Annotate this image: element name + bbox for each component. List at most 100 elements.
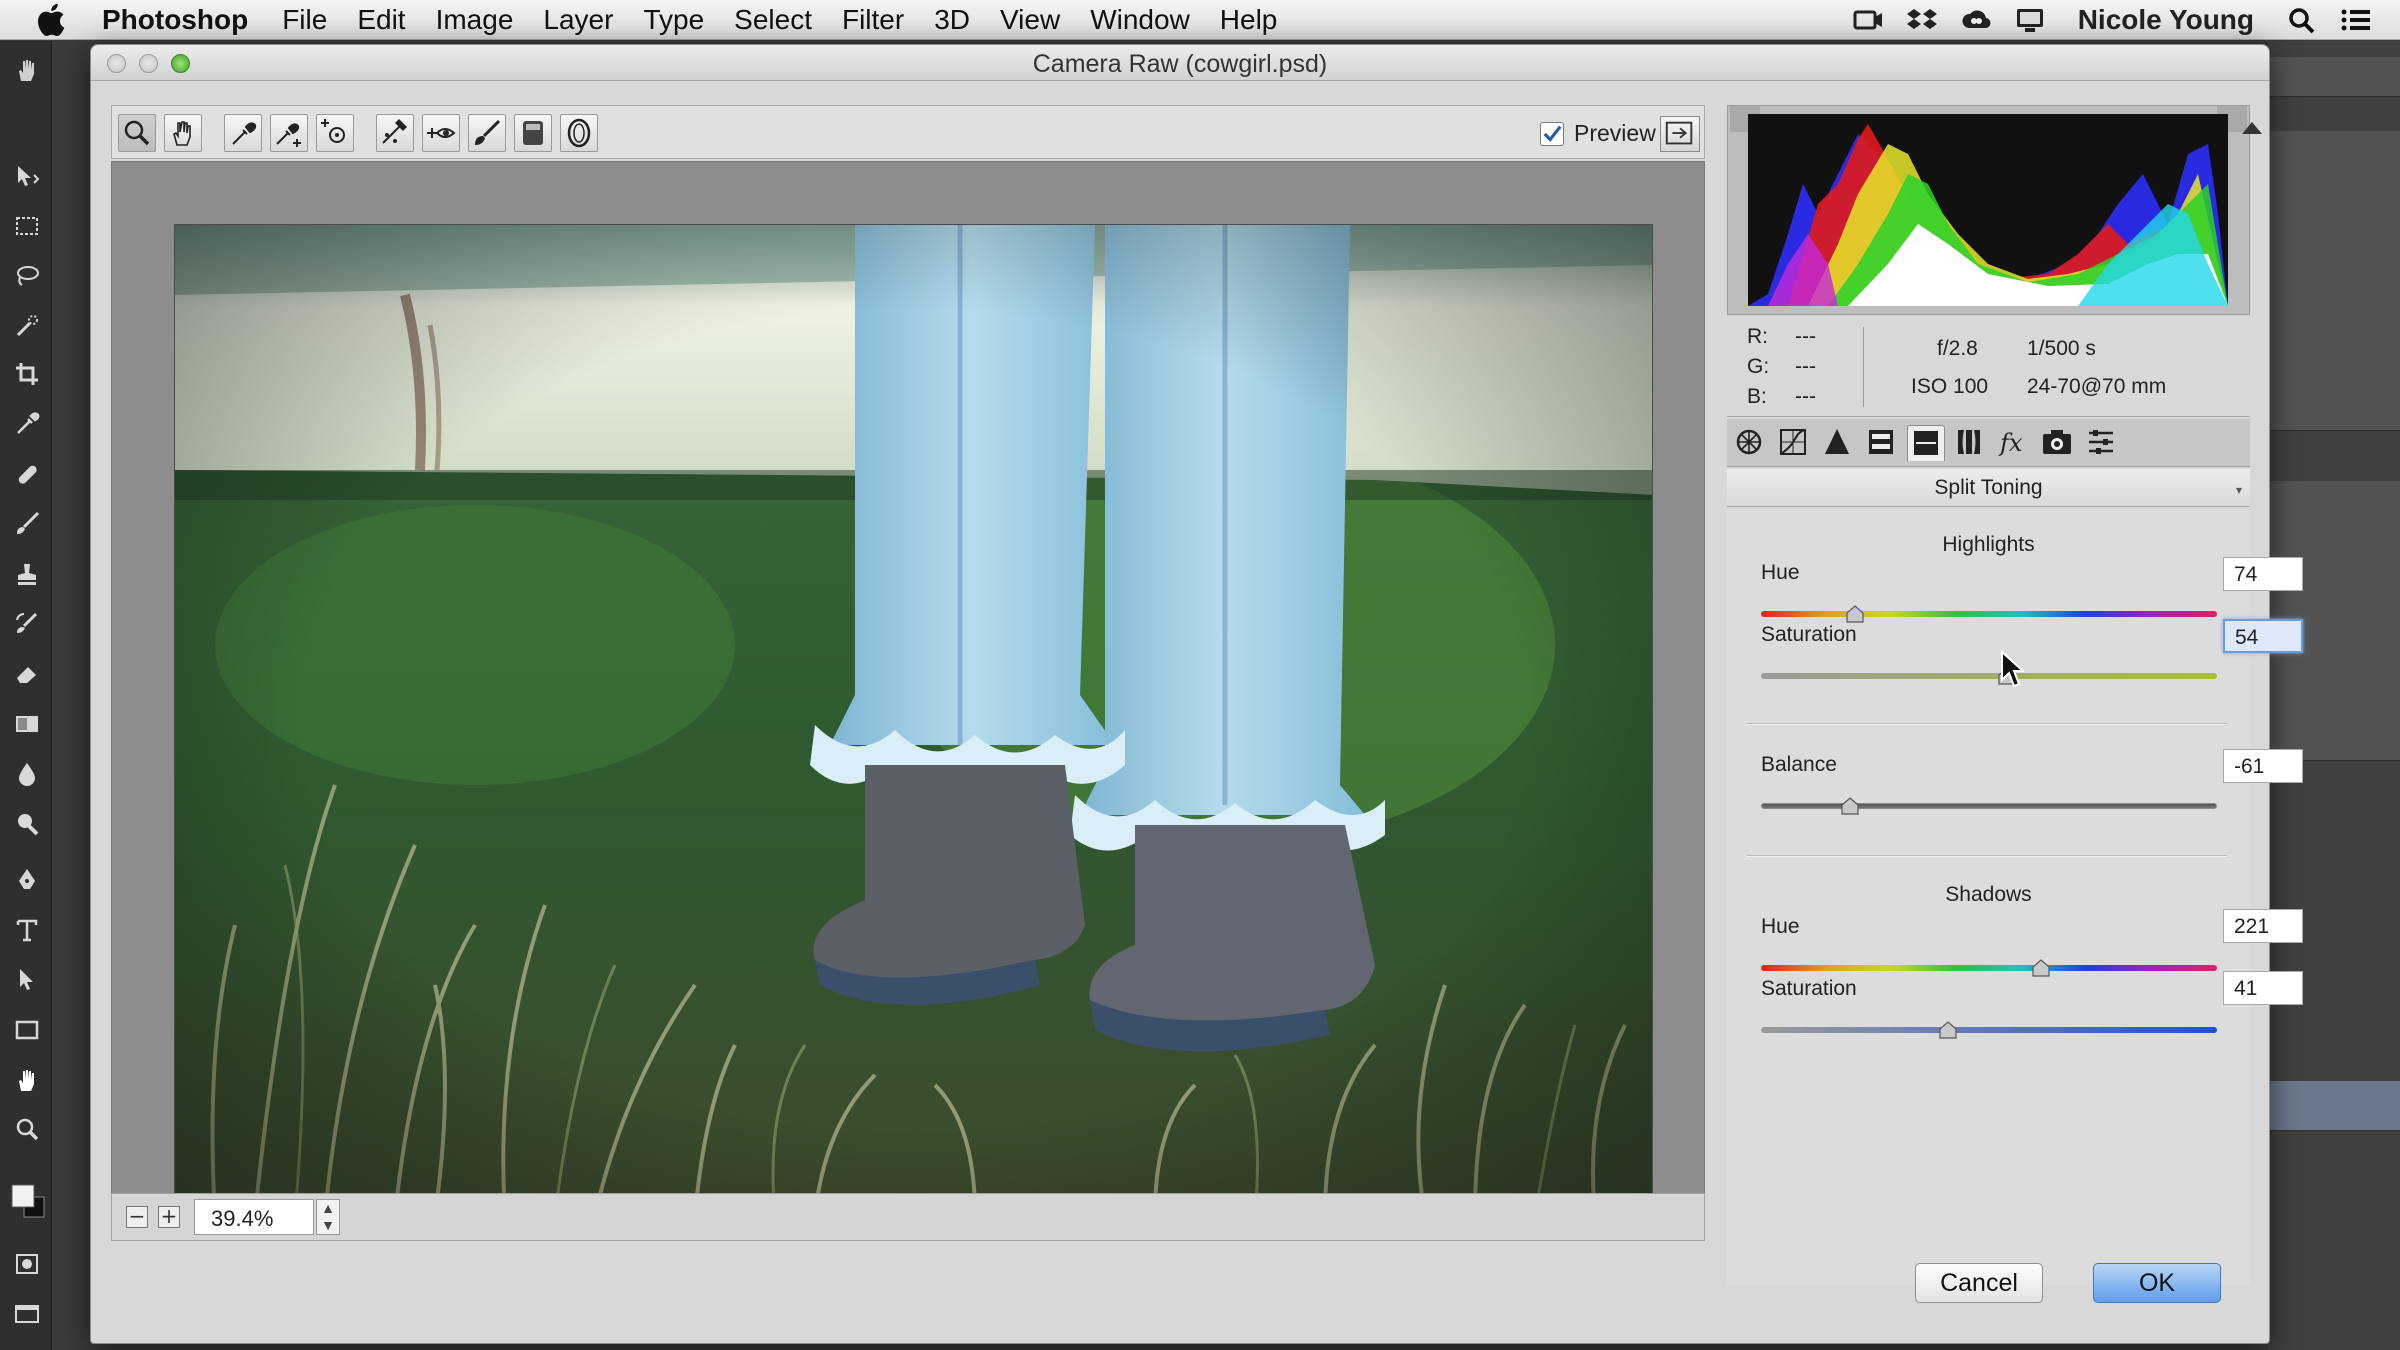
hand-tool-icon[interactable] xyxy=(14,57,40,83)
panel-menu-icon[interactable]: ▾ xyxy=(2236,483,2242,497)
shadows-saturation-thumb[interactable] xyxy=(1939,1021,1957,1039)
menu-layer[interactable]: Layer xyxy=(543,4,613,36)
r-value: --- xyxy=(1795,325,1816,348)
eraser-tool-icon[interactable] xyxy=(14,661,40,687)
healing-brush-tool-icon[interactable] xyxy=(14,461,40,487)
balance-slider[interactable] xyxy=(1761,803,2217,809)
apple-icon[interactable] xyxy=(34,1,72,39)
pixel-readout: R: --- G: --- B: --- f/2.8 1/500 s ISO 1… xyxy=(1727,317,2250,417)
clone-stamp-tool-icon[interactable] xyxy=(14,561,40,587)
hand-tool-active-icon[interactable] xyxy=(14,1067,40,1093)
preview-checkbox[interactable] xyxy=(1540,122,1564,146)
menu-app-name[interactable]: Photoshop xyxy=(102,4,248,36)
camera-calibration-tab-icon[interactable] xyxy=(2039,425,2077,461)
balance-thumb[interactable] xyxy=(1841,797,1859,815)
shadows-saturation-field[interactable]: 41 xyxy=(2223,971,2303,1005)
split-toning-tab-icon[interactable] xyxy=(1907,425,1945,461)
spot-removal-icon[interactable] xyxy=(422,114,460,152)
crop-straighten-icon[interactable] xyxy=(376,114,414,152)
lasso-tool-icon[interactable] xyxy=(14,263,40,289)
move-tool-icon[interactable] xyxy=(14,163,40,189)
creative-cloud-icon[interactable] xyxy=(1960,6,1992,34)
color-swatches-icon[interactable] xyxy=(8,1181,48,1221)
zoom-in-button[interactable]: + xyxy=(158,1206,180,1228)
blur-tool-icon[interactable] xyxy=(14,761,40,787)
graduated-filter-icon[interactable] xyxy=(514,114,552,152)
presets-tab-icon[interactable] xyxy=(2083,425,2121,461)
photo-preview[interactable] xyxy=(174,224,1653,1214)
basic-tab-icon[interactable] xyxy=(1731,425,1769,461)
shadows-hue-field[interactable]: 221 xyxy=(2223,909,2303,943)
shape-tool-icon[interactable] xyxy=(14,1017,40,1043)
white-balance-icon[interactable] xyxy=(224,114,262,152)
target-adjustment-icon[interactable] xyxy=(316,114,354,152)
highlights-title: Highlights xyxy=(1942,533,2035,556)
crop-tool-icon[interactable] xyxy=(14,361,40,387)
fullscreen-toggle-button[interactable] xyxy=(1660,116,1700,152)
brush-tool-icon[interactable] xyxy=(14,511,40,537)
cancel-button[interactable]: Cancel xyxy=(1915,1263,2043,1303)
zoom-level-field[interactable]: 39.4% xyxy=(194,1199,314,1235)
quick-mask-icon[interactable] xyxy=(14,1251,40,1277)
image-preview-area[interactable] xyxy=(111,161,1705,1238)
display-icon[interactable] xyxy=(2014,6,2046,34)
quick-selection-tool-icon[interactable] xyxy=(14,313,40,339)
menu-type[interactable]: Type xyxy=(643,4,704,36)
balance-field[interactable]: -61 xyxy=(2223,749,2303,783)
split-toning-panel: Highlights Hue 74 Saturation 54 Balance … xyxy=(1727,509,2303,1285)
menu-file[interactable]: File xyxy=(282,4,327,36)
color-sampler-icon[interactable] xyxy=(270,114,308,152)
spotlight-search-icon[interactable] xyxy=(2286,6,2318,34)
menu-filter[interactable]: Filter xyxy=(842,4,904,36)
highlights-saturation-slider[interactable] xyxy=(1761,673,2217,679)
zoom-bar: − + 39.4% ▲ ▼ xyxy=(111,1193,1705,1241)
shadows-hue-label: Hue xyxy=(1761,915,1800,938)
history-brush-tool-icon[interactable] xyxy=(14,611,40,637)
screen-recorder-icon[interactable] xyxy=(1852,6,1884,34)
menu-help[interactable]: Help xyxy=(1220,4,1278,36)
highlights-hue-thumb[interactable] xyxy=(1846,605,1864,623)
gradient-tool-icon[interactable] xyxy=(14,711,40,737)
menu-edit[interactable]: Edit xyxy=(357,4,405,36)
dodge-tool-icon[interactable] xyxy=(14,811,40,837)
effects-tab-icon[interactable]: fx xyxy=(1995,425,2033,461)
path-selection-tool-icon[interactable] xyxy=(14,967,40,993)
shadows-hue-slider[interactable] xyxy=(1761,965,2217,971)
zoom-level-dropdown[interactable]: ▲ ▼ xyxy=(316,1199,340,1235)
user-name[interactable]: Nicole Young xyxy=(2078,4,2254,36)
menu-select[interactable]: Select xyxy=(734,4,812,36)
eyedropper-tool-icon[interactable] xyxy=(14,411,40,437)
marquee-tool-icon[interactable] xyxy=(14,213,40,239)
pen-tool-icon[interactable] xyxy=(14,867,40,893)
lens-corrections-tab-icon[interactable] xyxy=(1951,425,1989,461)
menu-window[interactable]: Window xyxy=(1090,4,1190,36)
shadows-hue-thumb[interactable] xyxy=(2032,959,2050,977)
ok-button[interactable]: OK xyxy=(2093,1263,2221,1303)
preview-label[interactable]: Preview xyxy=(1574,120,1656,147)
hand-icon[interactable] xyxy=(164,114,202,152)
menu-view[interactable]: View xyxy=(1000,4,1060,36)
menu-image[interactable]: Image xyxy=(436,4,514,36)
type-tool-icon[interactable] xyxy=(14,917,40,943)
menu-3d[interactable]: 3D xyxy=(934,4,970,36)
dropbox-icon[interactable] xyxy=(1906,6,1938,34)
highlights-hue-field[interactable]: 74 xyxy=(2223,557,2303,591)
zoom-tool-icon[interactable] xyxy=(14,1117,40,1143)
panel-tabs: fx xyxy=(1727,419,2250,467)
selected-layer-row[interactable] xyxy=(2268,1081,2400,1131)
highlights-hue-label: Hue xyxy=(1761,561,1800,584)
highlights-hue-slider[interactable] xyxy=(1761,611,2217,617)
highlights-saturation-field[interactable]: 54 xyxy=(2223,619,2303,653)
adjustment-side-panel: R: --- G: --- B: --- f/2.8 1/500 s ISO 1… xyxy=(1727,103,2303,1285)
screen-mode-icon[interactable] xyxy=(14,1301,40,1327)
zoom-icon[interactable] xyxy=(118,114,156,152)
hsl-tab-icon[interactable] xyxy=(1863,425,1901,461)
shadows-saturation-slider[interactable] xyxy=(1761,1027,2217,1033)
zoom-out-button[interactable]: − xyxy=(126,1206,148,1228)
adjustment-brush-icon[interactable] xyxy=(468,114,506,152)
detail-tab-icon[interactable] xyxy=(1819,425,1857,461)
camera-raw-dialog: Camera Raw (cowgirl.psd) Preview − + 39.… xyxy=(90,44,2303,1344)
radial-filter-icon[interactable] xyxy=(560,114,598,152)
tone-curve-tab-icon[interactable] xyxy=(1775,425,1813,461)
notification-center-icon[interactable] xyxy=(2340,6,2372,34)
